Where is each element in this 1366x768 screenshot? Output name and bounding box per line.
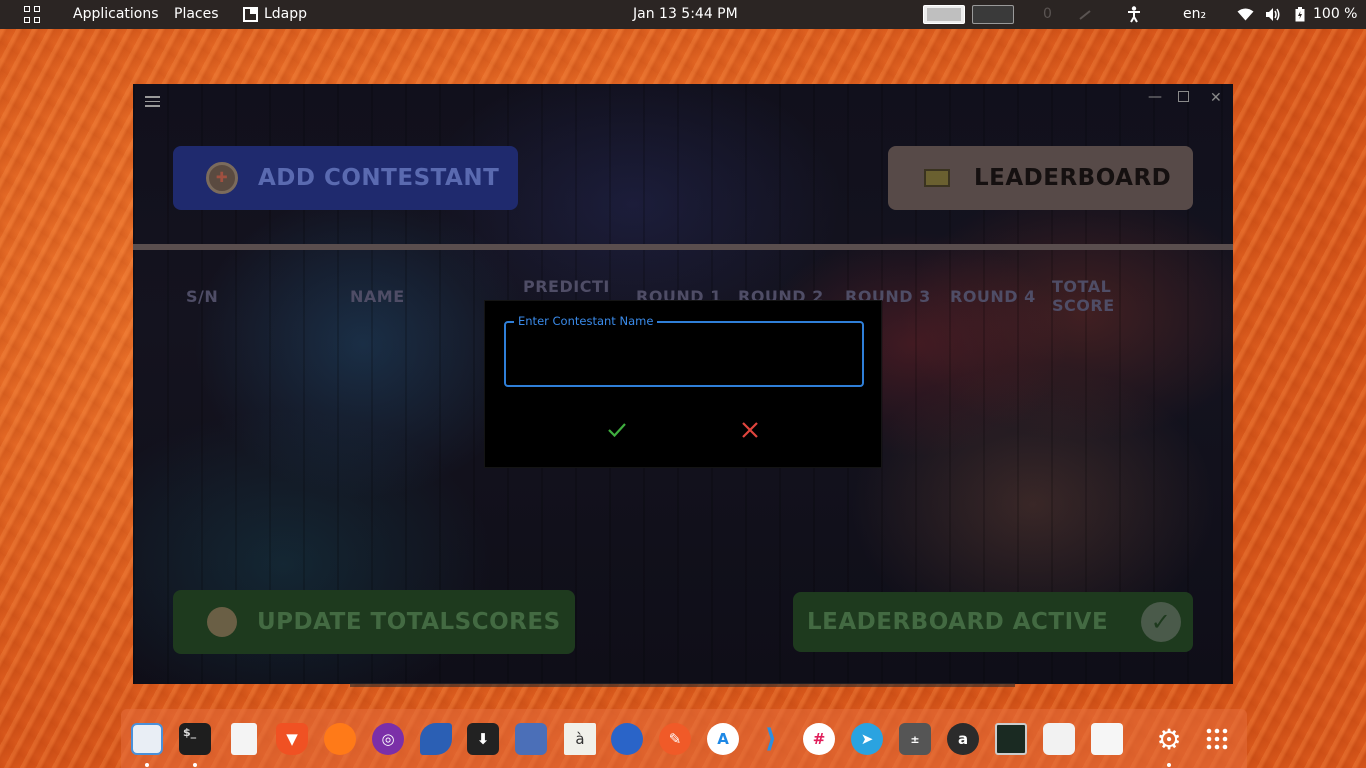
column-total-score: TOTAL SCORE bbox=[1052, 277, 1115, 315]
running-indicator bbox=[193, 763, 197, 767]
contestant-name-label: Enter Contestant Name bbox=[514, 314, 658, 328]
applications-menu[interactable]: Applications bbox=[73, 6, 159, 22]
activities-grid-icon[interactable] bbox=[24, 6, 42, 24]
calculator-icon[interactable]: ± bbox=[899, 723, 931, 755]
places-menu[interactable]: Places bbox=[174, 6, 219, 22]
tor-browser-icon[interactable]: ◎ bbox=[372, 723, 404, 755]
marine-app-icon[interactable] bbox=[420, 723, 452, 755]
leaderboard-button[interactable]: LEADERBOARD bbox=[888, 146, 1193, 210]
close-icon[interactable]: ✕ bbox=[1210, 90, 1222, 106]
contestant-name-field[interactable]: Enter Contestant Name bbox=[504, 314, 864, 387]
screen-recorder-icon[interactable] bbox=[515, 723, 547, 755]
workspace-1[interactable] bbox=[923, 5, 965, 24]
update-totalscores-button[interactable]: UPDATE TOTALSCORES bbox=[173, 590, 575, 654]
window-shadow bbox=[350, 683, 1015, 687]
top-panel: Applications Places Ldapp Jan 13 5:44 PM… bbox=[0, 0, 1366, 29]
telegram-icon[interactable]: ➤ bbox=[851, 723, 883, 755]
scoreboard-icon bbox=[207, 607, 237, 637]
column-sn: S/N bbox=[186, 287, 219, 306]
running-indicator bbox=[145, 763, 149, 767]
contestant-name-input[interactable] bbox=[516, 339, 852, 369]
slack-icon[interactable]: # bbox=[803, 723, 835, 755]
terminal-icon[interactable]: $_ bbox=[179, 723, 211, 755]
column-name: NAME bbox=[350, 287, 405, 306]
workspace-2[interactable] bbox=[972, 5, 1014, 24]
browser-globe-icon[interactable] bbox=[611, 723, 643, 755]
settings-gear-icon[interactable]: ⚙ bbox=[1153, 723, 1185, 756]
running-indicator bbox=[1167, 763, 1171, 767]
files-icon[interactable] bbox=[131, 723, 163, 755]
dock: $_ ▼ ◎ ⬇ à ✎ A ⟩ # ➤ ± a ⚙ bbox=[121, 709, 1247, 768]
maps-app-icon[interactable]: A bbox=[707, 723, 739, 755]
vscode-icon[interactable]: ⟩ bbox=[755, 723, 787, 755]
leaderboard-label: LEADERBOARD bbox=[974, 165, 1172, 191]
app-grid-icon[interactable] bbox=[1201, 723, 1233, 755]
clock[interactable]: Jan 13 5:44 PM bbox=[633, 6, 738, 22]
color-picker-icon[interactable] bbox=[1043, 723, 1075, 755]
volume-icon[interactable] bbox=[1265, 7, 1281, 22]
add-contestant-button[interactable]: ✚ ADD CONTESTANT bbox=[173, 146, 518, 210]
minimize-icon[interactable]: — bbox=[1148, 89, 1162, 105]
app-window-icon bbox=[243, 7, 258, 22]
firefox-icon[interactable] bbox=[324, 723, 356, 755]
amazon-icon[interactable]: a bbox=[947, 723, 979, 755]
menu-icon[interactable] bbox=[145, 96, 160, 107]
update-totalscores-label: UPDATE TOTALSCORES bbox=[257, 609, 561, 635]
downloader-icon[interactable]: ⬇ bbox=[467, 723, 499, 755]
scoreboard-icon bbox=[924, 169, 950, 187]
leaderboard-active-label: LEADERBOARD ACTIVE bbox=[807, 609, 1109, 635]
accessibility-icon[interactable] bbox=[1127, 6, 1141, 23]
character-map-icon[interactable]: à bbox=[564, 723, 596, 755]
battery-icon[interactable] bbox=[1295, 7, 1305, 22]
text-editor-icon[interactable] bbox=[231, 723, 257, 755]
add-contestant-dialog: Enter Contestant Name bbox=[484, 300, 882, 468]
active-app-name[interactable]: Ldapp bbox=[264, 6, 307, 22]
pen-app-icon[interactable]: ✎ bbox=[659, 723, 691, 755]
notification-counter: 0 bbox=[1043, 6, 1052, 22]
cancel-icon[interactable] bbox=[735, 415, 765, 445]
maximize-icon[interactable] bbox=[1178, 91, 1189, 102]
leaderboard-active-button[interactable]: LEADERBOARD ACTIVE ✓ bbox=[793, 592, 1193, 652]
confirm-icon[interactable] bbox=[602, 415, 632, 445]
header-divider bbox=[133, 244, 1233, 250]
column-round-4: ROUND 4 bbox=[950, 287, 1036, 306]
column-prediction: PREDICTI bbox=[523, 277, 610, 296]
keyboard-layout[interactable]: en₂ bbox=[1183, 6, 1206, 22]
target-icon: ✚ bbox=[206, 162, 238, 194]
battery-percent: 100 % bbox=[1313, 6, 1358, 22]
wifi-icon[interactable] bbox=[1237, 8, 1254, 21]
games-icon[interactable] bbox=[1091, 723, 1123, 755]
brave-icon[interactable]: ▼ bbox=[276, 723, 308, 755]
checkmark-icon: ✓ bbox=[1141, 602, 1181, 642]
add-contestant-label: ADD CONTESTANT bbox=[258, 165, 500, 191]
link-icon bbox=[1079, 10, 1091, 20]
app-window: — ✕ ✚ ADD CONTESTANT LEADERBOARD S/N NAM… bbox=[133, 84, 1233, 684]
system-monitor-icon[interactable] bbox=[995, 723, 1027, 755]
